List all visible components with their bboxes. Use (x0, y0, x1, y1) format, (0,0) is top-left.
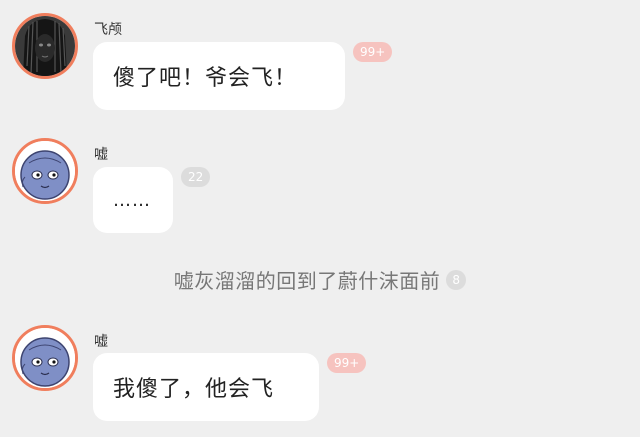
avatar[interactable] (12, 138, 78, 204)
message-text: 傻了吧！爷会飞！ (113, 66, 298, 91)
narration-line: 嘘灰溜溜的回到了蔚什沫面前 8 (0, 265, 640, 297)
message-bubble[interactable]: 傻了吧！爷会飞！ (93, 42, 345, 110)
chat-thread: 飞颅 傻了吧！爷会飞！ 99+ 嘘 …… 22 嘘灰溜溜的回到了蔚什沫面前 8 … (0, 0, 640, 437)
message-text: …… (113, 189, 151, 211)
sender-name: 飞颅 (94, 22, 122, 38)
sender-name: 嘘 (94, 147, 108, 163)
dark-hair-face-avatar-icon (15, 16, 75, 76)
message-text: 我傻了，他会飞 (113, 377, 275, 402)
reaction-count-badge[interactable]: 99+ (327, 353, 367, 373)
message-bubble[interactable]: 我傻了，他会飞 (93, 353, 319, 421)
avatar[interactable] (12, 325, 78, 391)
blue-bald-face-avatar-icon (15, 328, 75, 388)
narration-count-badge[interactable]: 8 (446, 269, 467, 290)
sender-name: 嘘 (94, 334, 108, 350)
reaction-count-badge[interactable]: 22 (181, 167, 211, 187)
message-bubble[interactable]: …… (93, 167, 173, 233)
narration-text: 嘘灰溜溜的回到了蔚什沫面前 (173, 269, 441, 293)
avatar[interactable] (12, 13, 78, 79)
blue-bald-face-avatar-icon (15, 141, 75, 201)
reaction-count-badge[interactable]: 99+ (353, 42, 393, 62)
